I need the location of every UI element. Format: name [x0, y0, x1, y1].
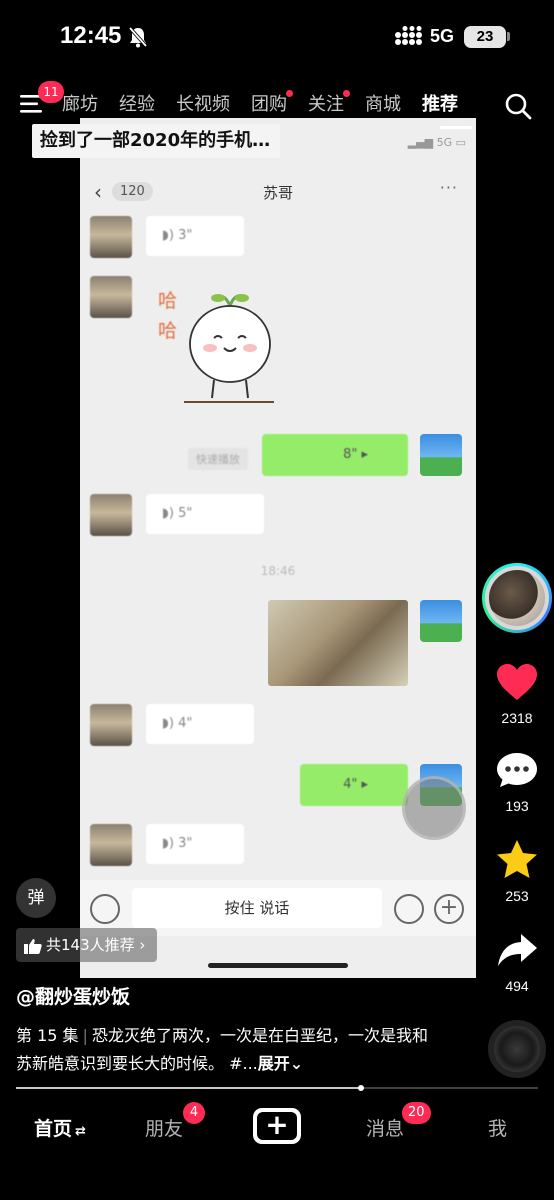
battery-indicator: 23: [464, 26, 506, 48]
nav-me[interactable]: 我: [488, 1114, 507, 1141]
chat-timestamp: 18:46: [260, 564, 296, 578]
author-avatar-image: [489, 570, 545, 626]
share-count: 494: [505, 978, 529, 994]
episode-label: 第 15 集: [16, 1026, 79, 1045]
tab-experience[interactable]: 经验: [119, 90, 155, 116]
progress-fill: [16, 1087, 361, 1089]
like-count: 2318: [501, 710, 533, 726]
search-icon[interactable]: [504, 92, 532, 120]
nav-messages[interactable]: 消息 20: [366, 1102, 431, 1141]
chevron-right-icon: ›: [139, 936, 146, 954]
tab-langfang[interactable]: 廊坊: [62, 90, 98, 116]
nav-friends[interactable]: 朋友 4: [145, 1102, 205, 1141]
chat-header: 苏哥 ‹ 120 ···: [80, 174, 476, 214]
inner-status: ▂▄▆ 5G ▭: [407, 136, 466, 149]
tab-following[interactable]: 关注: [308, 90, 350, 116]
cellular-signal-icon: [395, 26, 422, 45]
voice-message: ◗) 4": [146, 704, 254, 744]
tab-long-video[interactable]: 长视频: [176, 90, 230, 116]
star-icon: [497, 840, 537, 878]
messages-badge: 20: [402, 1102, 431, 1124]
contact-avatar: [90, 216, 132, 258]
voice-message-out: 8" ▸: [262, 434, 408, 476]
progress-knob[interactable]: [357, 1085, 364, 1091]
video-progress-bar[interactable]: [16, 1085, 538, 1091]
recommend-pill[interactable]: 共143人推荐 ›: [16, 928, 158, 962]
chevron-down-icon: ⌄: [289, 1054, 304, 1073]
plus-icon: +: [434, 894, 464, 924]
battery-nub: [507, 32, 510, 41]
create-button[interactable]: +: [253, 1108, 301, 1144]
video-title-banner: 捡到了一部2020年的手机…: [32, 124, 281, 158]
like-button[interactable]: 2318: [482, 662, 552, 726]
bell-muted-icon: [128, 26, 148, 48]
refresh-icon: ⇄: [75, 1124, 86, 1139]
status-bar: 12:45 5G 23: [0, 0, 554, 76]
contact-avatar: [90, 276, 132, 318]
comment-button[interactable]: 193: [482, 750, 552, 814]
friends-badge: 4: [183, 1102, 205, 1124]
author-avatar[interactable]: [482, 563, 552, 633]
unread-count: 120: [112, 182, 153, 201]
nav-home[interactable]: 首页 ⇄: [34, 1114, 86, 1141]
floating-ball: [402, 776, 466, 840]
tab-recommend[interactable]: 推荐: [422, 90, 458, 116]
voice-message: ◗) 5": [146, 494, 264, 534]
contact-avatar: [90, 824, 132, 866]
heart-icon: [497, 664, 537, 700]
video-player[interactable]: ▂▄▆ 5G ▭ 苏哥 ‹ 120 ··· ◗) 3" 哈 哈 快速播放 8" …: [80, 118, 476, 978]
top-nav: 11 廊坊 经验 长视频 团购 关注 商城 推荐: [0, 81, 554, 129]
sticker-image: [184, 294, 274, 403]
image-message: [268, 600, 408, 686]
tab-group-buy[interactable]: 团购: [251, 90, 293, 116]
separator: |: [82, 1026, 88, 1045]
voice-message: ◗) 3": [146, 824, 244, 864]
share-button[interactable]: 494: [482, 930, 552, 994]
more-icon: ···: [439, 178, 458, 197]
voice-convert-label: 快速播放: [188, 448, 248, 470]
contact-avatar: [90, 494, 132, 536]
menu-badge: 11: [38, 81, 64, 103]
favorite-count: 253: [505, 888, 529, 904]
sticker-text: 哈 哈: [158, 290, 178, 342]
video-description[interactable]: 第 15 集 | 恐龙灭绝了两次，一次是在白垩纪，一次是我和苏新皓意识到要长大的时候…: [16, 1022, 436, 1078]
tab-mall[interactable]: 商城: [365, 90, 401, 116]
share-icon: [498, 934, 537, 966]
voice-message: ◗) 3": [146, 216, 244, 256]
plus-icon: +: [257, 1111, 297, 1140]
voice-message-out: 4" ▸: [300, 764, 408, 806]
back-icon: ‹: [94, 180, 102, 204]
keyboard-icon: [90, 894, 120, 924]
bottom-nav: 首页 ⇄ 朋友 4 + 消息 20 我: [0, 1092, 554, 1200]
network-type: 5G: [430, 26, 455, 46]
home-indicator: [208, 963, 348, 968]
emoji-icon: [394, 894, 424, 924]
comment-icon: [497, 753, 537, 787]
expand-button[interactable]: 展开⌄: [258, 1054, 303, 1073]
status-time: 12:45: [60, 22, 122, 49]
music-disc[interactable]: [488, 1020, 546, 1078]
recommend-label: 共143人推荐: [46, 936, 135, 954]
author-username[interactable]: @翻炒蛋炒饭: [16, 982, 130, 1009]
tab-dot: [343, 90, 350, 97]
contact-avatar: [90, 704, 132, 746]
favorite-button[interactable]: 253: [482, 838, 552, 904]
my-avatar: [420, 600, 462, 642]
active-tab-underline: [440, 126, 472, 129]
top-tabs: 廊坊 经验 长视频 团购 关注 商城 推荐: [62, 90, 479, 116]
tab-dot: [286, 90, 293, 97]
my-avatar: [420, 434, 462, 476]
danmu-button[interactable]: 弹: [16, 878, 56, 918]
hold-to-talk: 按住 说话: [132, 888, 382, 928]
thumbs-up-icon: [24, 938, 42, 954]
comment-count: 193: [505, 798, 529, 814]
